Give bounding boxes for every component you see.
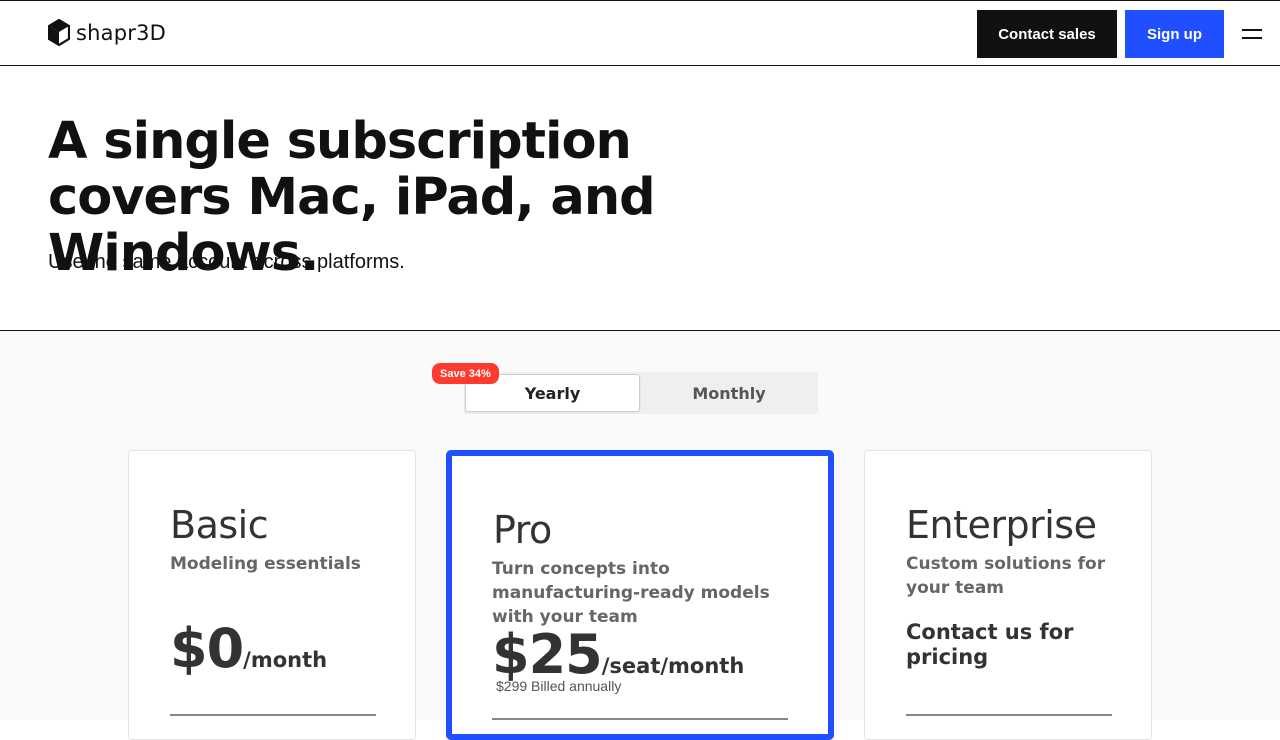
- plan-card-basic: Basic Modeling essentials $0 /month: [128, 450, 416, 740]
- contact-pricing-text: Contact us for pricing: [906, 620, 1074, 669]
- hero-section: A single subscription covers Mac, iPad, …: [0, 66, 1280, 331]
- plan-card-pro: Pro Turn concepts into manufacturing-rea…: [446, 450, 834, 740]
- card-divider: [906, 714, 1112, 716]
- price-amount: $0: [170, 617, 244, 680]
- contact-sales-button[interactable]: Contact sales: [977, 10, 1117, 58]
- cube-logo-icon: [48, 19, 70, 47]
- pricing-section: Yearly Monthly Save 34% Basic Modeling e…: [0, 331, 1280, 740]
- plan-description: Turn concepts into manufacturing-ready m…: [492, 559, 770, 627]
- price-row: $25 /seat/month: [492, 623, 744, 686]
- monthly-toggle-option[interactable]: Monthly: [641, 374, 817, 412]
- plan-description: Custom solutions for your team: [906, 554, 1106, 598]
- billing-period-toggle: Yearly Monthly: [464, 372, 818, 414]
- shapr3d-logo[interactable]: shapr3D: [48, 18, 166, 48]
- plan-card-enterprise: Enterprise Custom solutions for your tea…: [864, 450, 1152, 740]
- plan-name: Pro: [493, 508, 552, 552]
- logo-text: shapr3D: [76, 21, 167, 45]
- plan-description: Modeling essentials: [170, 554, 361, 574]
- price-amount: $25: [492, 623, 603, 686]
- card-divider: [170, 714, 376, 716]
- plan-name: Basic: [170, 503, 269, 547]
- save-badge: Save 34%: [432, 363, 499, 384]
- price-row: $0 /month: [170, 617, 327, 680]
- price-unit: /month: [243, 648, 328, 672]
- price-unit: /seat/month: [601, 654, 745, 678]
- hero-subtitle: Use the same account across platforms.: [48, 251, 405, 273]
- plan-name: Enterprise: [906, 503, 1097, 547]
- site-header: shapr3D Contact sales Sign up: [0, 0, 1280, 66]
- sign-up-button[interactable]: Sign up: [1125, 10, 1224, 58]
- hamburger-menu-icon[interactable]: [1238, 23, 1266, 45]
- billed-annually-note: $299 Billed annually: [496, 678, 622, 694]
